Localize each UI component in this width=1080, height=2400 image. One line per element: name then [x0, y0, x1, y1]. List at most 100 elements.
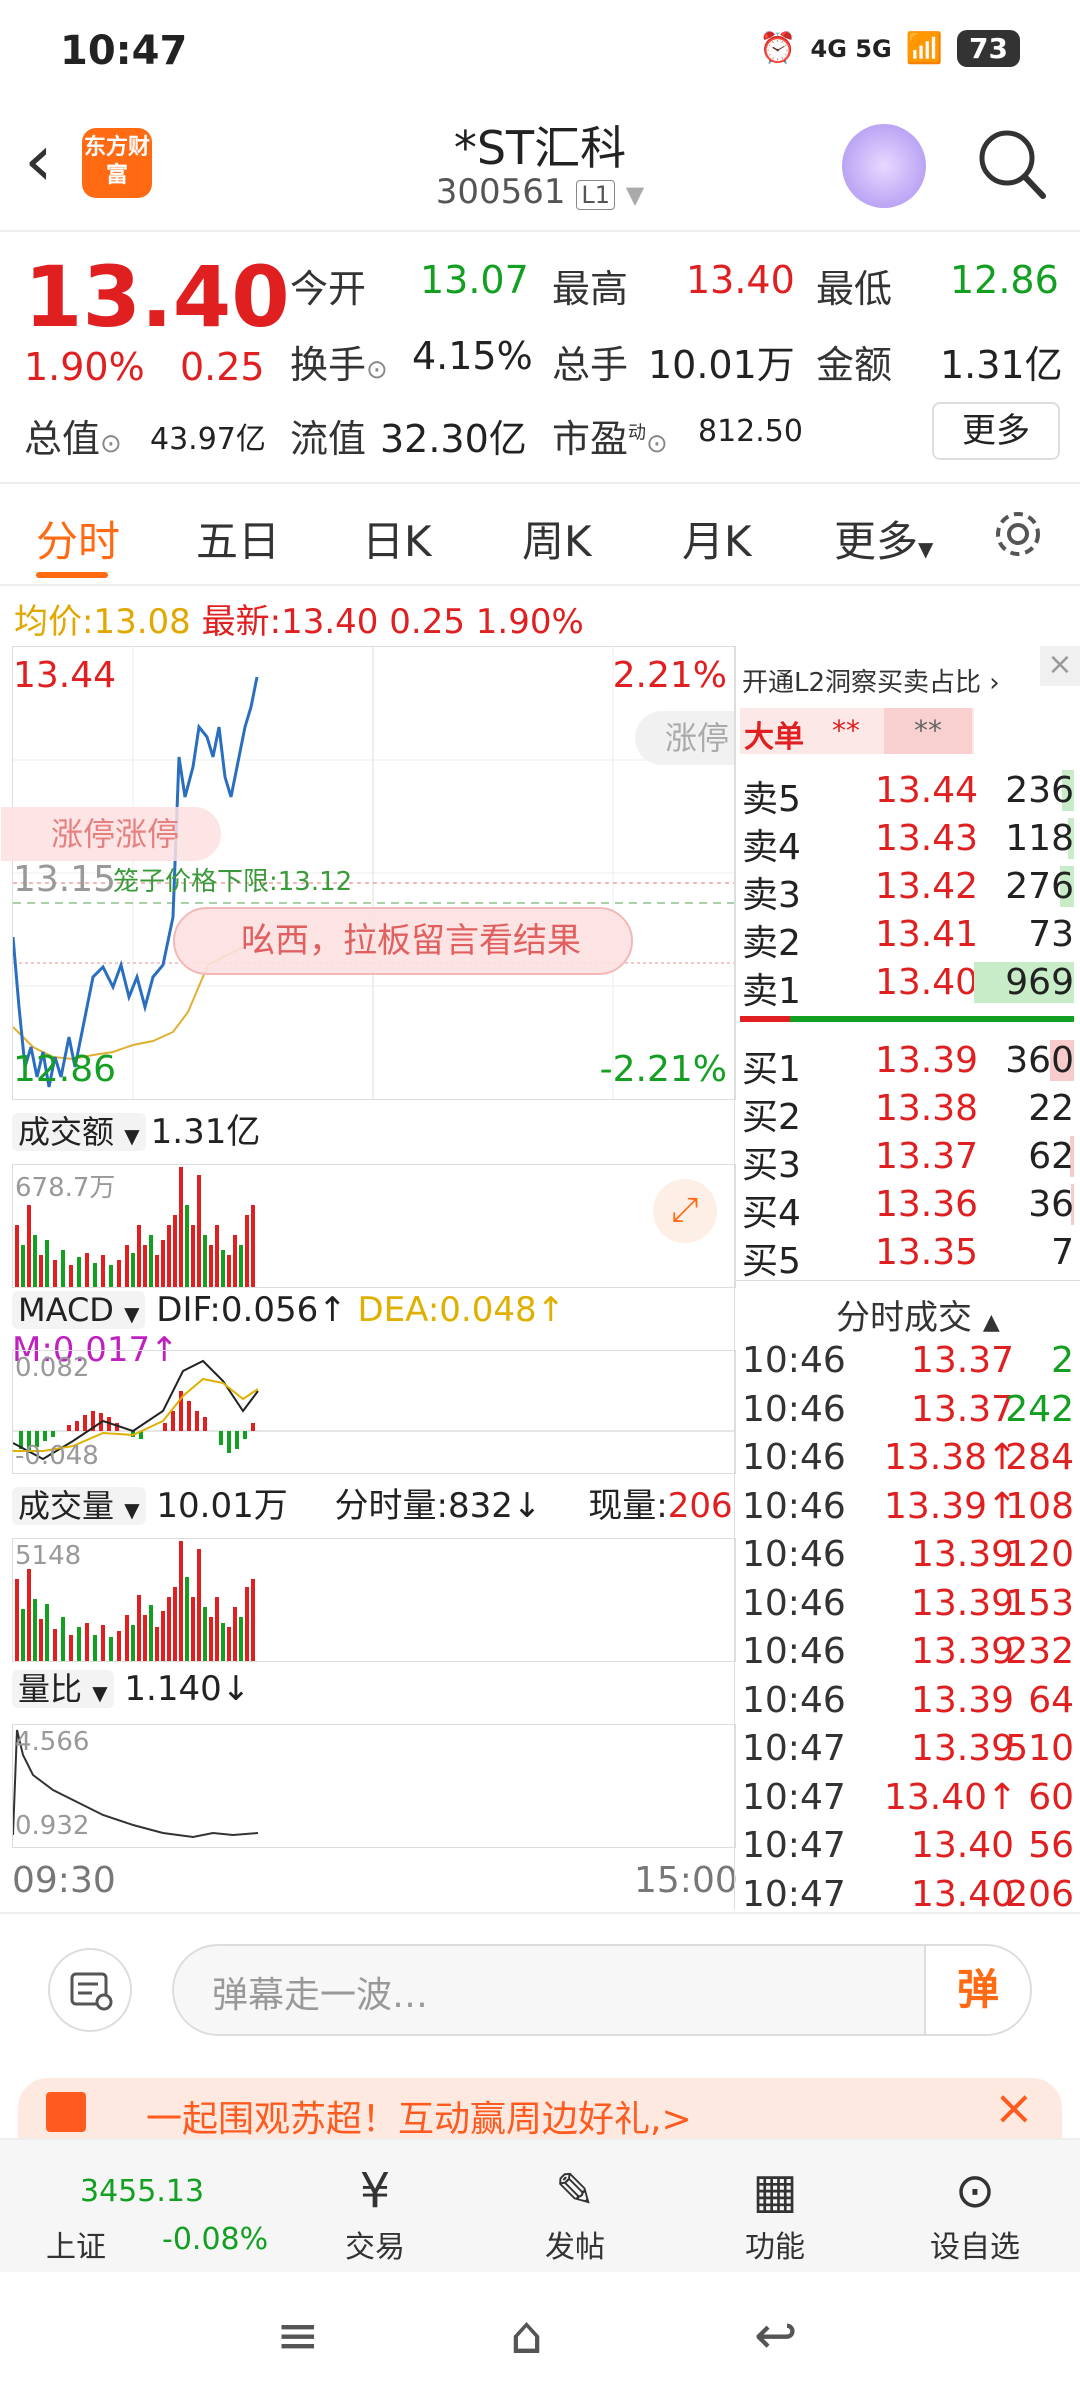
tick-price: 13.39	[910, 1679, 1014, 1721]
tick-row: 10:46 13.38↑ 284	[0, 1437, 1080, 1478]
limit-up-tag[interactable]: 涨停	[635, 711, 735, 765]
tick-row: 10:46 13.37 242	[0, 1389, 1080, 1430]
buy-1-row[interactable]: 买1 13.39 360	[0, 1040, 1080, 1090]
search-icon[interactable]	[975, 124, 1047, 204]
tick-row: 10:46 13.39 64	[0, 1679, 1080, 1721]
buy-2-row[interactable]: 买2 13.38 22	[0, 1088, 1080, 1138]
tick-row: 10:46 13.39 153	[0, 1582, 1080, 1624]
status-bar: 10:47 ⏰ 4G 5G 📶 73	[0, 0, 1080, 110]
tab-fenshi[interactable]: 分时	[36, 508, 120, 569]
active-tab-indicator	[36, 572, 108, 578]
tick-price: 13.39	[910, 1534, 1014, 1575]
metric-pe-value: 812.50	[698, 414, 803, 449]
period-tabs: 分时 五日 日K 周K 月K 更多▼	[0, 482, 1080, 586]
danmu-send-button[interactable]: 弹	[924, 1946, 1030, 2034]
back-nav-icon[interactable]: ↩	[754, 2306, 798, 2366]
home-icon[interactable]: ⌂	[510, 2306, 543, 2366]
metric-open-value: 13.07	[420, 258, 529, 302]
tab-zhouk[interactable]: 周K	[522, 508, 592, 569]
tick-volume: 232	[1005, 1631, 1074, 1672]
metric-float-value: 32.30亿	[380, 417, 527, 461]
index-name[interactable]: 上证	[46, 2222, 106, 2266]
tick-time: 10:46	[742, 1679, 846, 1721]
status-icons: ⏰ 4G 5G 📶 73	[759, 30, 1020, 67]
metric-high-value: 13.40	[686, 258, 795, 302]
macd-selector[interactable]: MACD ▼	[12, 1291, 146, 1329]
macd-dif: DIF:0.056↑	[156, 1290, 347, 1330]
app-logo[interactable]: 东方财富	[82, 128, 152, 198]
sell-2-row[interactable]: 卖2 13.41 73	[0, 914, 1080, 964]
bid-ask-ratio-bar	[740, 1016, 1074, 1022]
stock-code-selector[interactable]: 300561 L1 ▼	[340, 172, 740, 212]
close-icon[interactable]: ×	[1040, 646, 1080, 686]
tick-time: 10:47	[742, 1776, 846, 1818]
menu-icon[interactable]: ≡	[276, 2306, 320, 2366]
tick-volume: 510	[1005, 1728, 1074, 1769]
settings-icon[interactable]	[990, 506, 1046, 566]
battery-icon: 73	[957, 30, 1020, 67]
metric-low-label: 最低	[816, 267, 893, 311]
tick-row: 10:46 13.39↑ 108	[0, 1485, 1080, 1527]
chevron-right-icon: ›	[989, 668, 1000, 698]
tab-more[interactable]: 更多▼	[834, 508, 933, 569]
promo-banner[interactable]: 一起围观苏超！互动赢周边好礼,> ×	[18, 2078, 1062, 2138]
tick-volume: 284	[1005, 1437, 1074, 1478]
buy-5-row[interactable]: 买5 13.35 7	[0, 1232, 1080, 1282]
caret-up-icon: ▲	[982, 1310, 1000, 1335]
nav-post[interactable]: ✎ 发帖	[500, 2160, 650, 2266]
nav-functions[interactable]: ▦ 功能	[700, 2160, 850, 2266]
tab-rik[interactable]: 日K	[362, 508, 432, 569]
tick-volume: 60	[1028, 1776, 1074, 1818]
tick-price: 13.40	[910, 1825, 1014, 1866]
tab-yuek[interactable]: 月K	[682, 508, 752, 569]
more-metrics-button[interactable]: 更多	[932, 402, 1060, 460]
tick-price: 13.39	[910, 1631, 1014, 1672]
info-icon[interactable]: ⊙	[100, 429, 122, 459]
tick-volume: 56	[1028, 1825, 1074, 1866]
tick-row: 10:47 13.40↑ 60	[0, 1776, 1080, 1818]
tab-wuri[interactable]: 五日	[196, 508, 280, 569]
stock-name: *ST汇科	[453, 121, 627, 175]
back-button[interactable]: ‹	[24, 124, 53, 196]
tick-time: 10:47	[742, 1728, 846, 1769]
bottom-nav: 3455.13 上证 -0.08% ¥ 交易 ✎ 发帖 ▦ 功能 ⊙ 设自选	[0, 2138, 1080, 2274]
sell-4-row[interactable]: 卖4 13.43 118	[0, 818, 1080, 868]
more-circle-icon: ⊙	[954, 2163, 996, 2219]
tick-row: 10:46 13.37 2	[0, 1340, 1080, 1381]
sell-1-row[interactable]: 卖1 13.40 969	[0, 962, 1080, 1012]
stock-code: 300561	[435, 172, 566, 212]
tick-time: 10:47	[742, 1825, 846, 1866]
sell-3-row[interactable]: 卖3 13.42 276	[0, 866, 1080, 916]
metric-low-value: 12.86	[950, 258, 1059, 302]
tick-row: 10:47 13.40 56	[0, 1825, 1080, 1866]
info-icon[interactable]: ⊙	[366, 355, 388, 385]
index-value[interactable]: 3455.13	[80, 2174, 204, 2209]
tick-row: 10:46 13.39 120	[0, 1534, 1080, 1575]
tick-time: 10:46	[742, 1485, 846, 1527]
current-price: 13.40	[24, 248, 290, 346]
danmu-toggle-icon[interactable]	[48, 1948, 132, 2032]
buy-3-row[interactable]: 买3 13.37 62	[0, 1136, 1080, 1186]
l2-promo-link[interactable]: 开通L2洞察买卖占比 ›	[742, 662, 1000, 699]
danmu-input[interactable]: 弹幕走一波… 弹	[172, 1944, 1032, 2036]
metric-amount-value: 1.31亿	[940, 343, 1063, 387]
tick-row: 10:47 13.40 206	[0, 1873, 1080, 1915]
tick-price: 13.40	[910, 1873, 1014, 1915]
tick-price: 13.39↑	[884, 1485, 1018, 1527]
ticks-title[interactable]: 分时成交 ▲	[836, 1290, 1000, 1339]
level-badge: L1	[576, 180, 615, 210]
close-icon[interactable]: ×	[994, 2080, 1034, 2136]
robot-assistant-icon[interactable]	[842, 124, 926, 208]
caret-down-icon: ▼	[918, 537, 934, 561]
tick-time: 10:46	[742, 1437, 846, 1478]
info-icon[interactable]: ⊙	[646, 429, 668, 459]
nav-trade[interactable]: ¥ 交易	[300, 2160, 450, 2266]
sell-5-row[interactable]: 卖5 13.44 236	[0, 770, 1080, 820]
buy-4-row[interactable]: 买4 13.36 36	[0, 1184, 1080, 1234]
avg-price-line: 均价:13.08 最新:13.40 0.25 1.90%	[14, 602, 584, 642]
index-change[interactable]: -0.08%	[162, 2222, 268, 2257]
nav-add-watchlist[interactable]: ⊙ 设自选	[900, 2160, 1050, 2266]
tick-row: 10:46 13.39 232	[0, 1631, 1080, 1672]
tick-volume: 153	[1005, 1582, 1074, 1624]
tick-price: 13.40↑	[884, 1776, 1018, 1818]
